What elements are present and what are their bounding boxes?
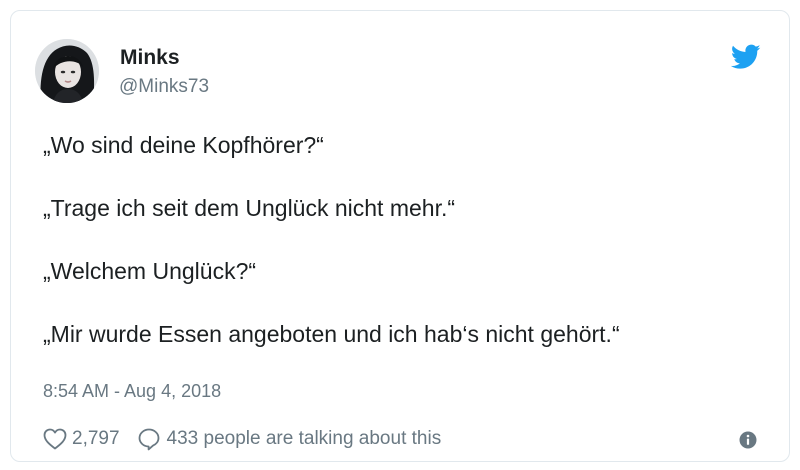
heart-icon <box>43 428 67 450</box>
tweet-timestamp[interactable]: 8:54 AM - Aug 4, 2018 <box>43 381 221 402</box>
twitter-bird-icon[interactable] <box>730 44 761 70</box>
tweet-card: Minks @Minks73 „Wo sind deine Kopfhörer?… <box>10 10 790 462</box>
likes-count: 2,797 <box>72 428 120 449</box>
display-name[interactable]: Minks <box>120 46 180 70</box>
avatar[interactable] <box>35 39 99 103</box>
tweet-line: „Welchem Unglück?“ <box>43 258 257 284</box>
tweet-line: „Mir wurde Essen angeboten und ich hab‘s… <box>43 321 620 347</box>
reply-button[interactable]: 433 people are talking about this <box>137 427 442 451</box>
info-icon[interactable] <box>739 431 757 449</box>
tweet-actions: 2,797 433 people are talking about this <box>43 425 441 453</box>
user-handle[interactable]: @Minks73 <box>119 76 209 98</box>
reply-count-text: 433 people are talking about this <box>166 428 442 449</box>
tweet-text: „Wo sind deine Kopfhörer?“ „Trage ich se… <box>43 129 773 350</box>
tweet-line: „Trage ich seit dem Unglück nicht mehr.“ <box>43 195 456 221</box>
like-button[interactable]: 2,797 <box>43 428 120 450</box>
avatar-photo <box>35 39 99 103</box>
speech-bubble-icon <box>137 427 161 451</box>
tweet-line: „Wo sind deine Kopfhörer?“ <box>43 132 324 158</box>
